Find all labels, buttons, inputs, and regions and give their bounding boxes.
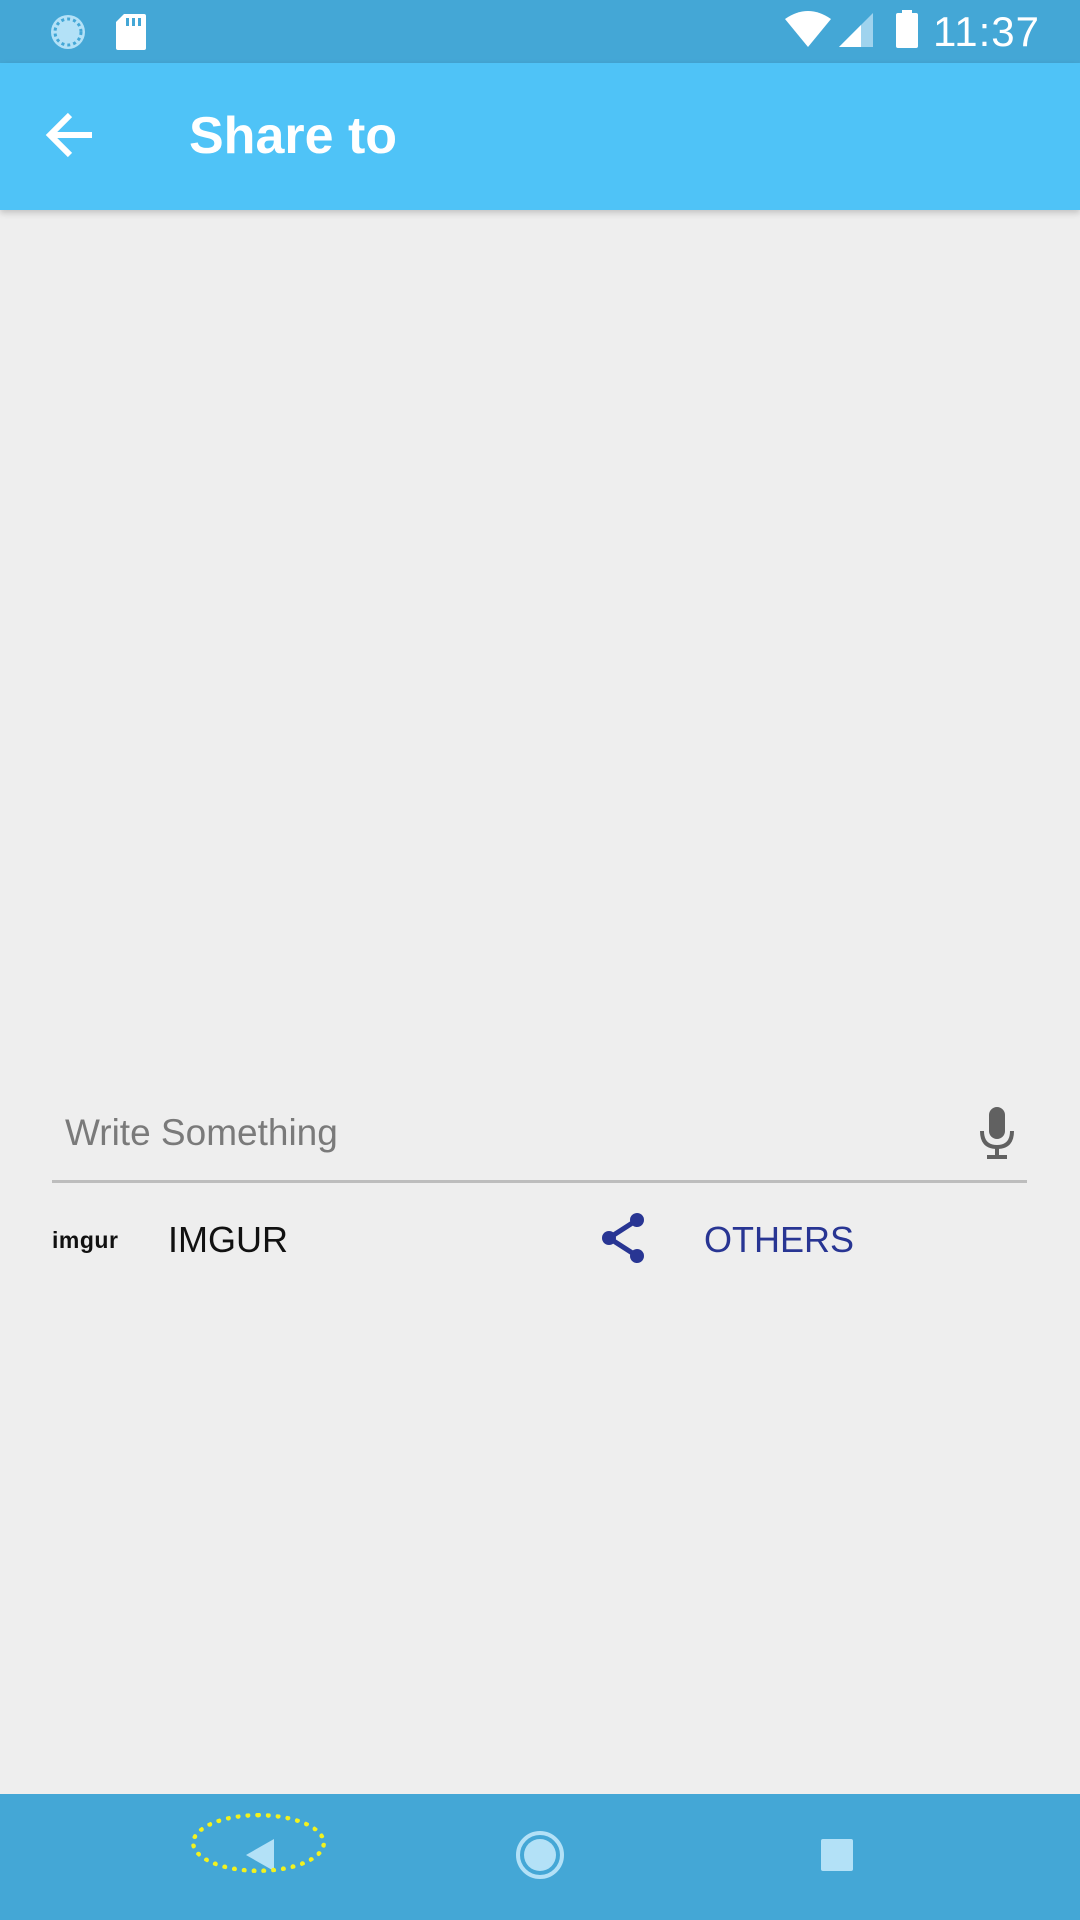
status-time: 11:37 [933, 7, 1040, 55]
share-option-imgur[interactable]: imgur IMGUR [52, 1205, 532, 1275]
recents-square-icon [819, 1837, 855, 1878]
nav-recents-button[interactable] [757, 1794, 917, 1920]
wifi-icon [783, 9, 833, 54]
microphone-icon [977, 1105, 1017, 1166]
write-something-input[interactable] [65, 1085, 925, 1180]
share-option-imgur-label: IMGUR [168, 1219, 288, 1260]
battery-icon [895, 9, 919, 54]
navigation-bar [0, 1794, 1080, 1920]
sync-icon [46, 12, 90, 57]
nav-home-button[interactable] [460, 1794, 620, 1920]
back-button[interactable] [30, 97, 110, 177]
nav-back-button[interactable] [180, 1794, 340, 1920]
cell-signal-icon [837, 9, 875, 54]
write-something-field [52, 1085, 1027, 1183]
status-bar: 11:37 [0, 0, 1080, 63]
page-title: Share to [189, 107, 398, 165]
home-circle-icon [514, 1829, 566, 1886]
back-triangle-icon [240, 1835, 280, 1880]
share-option-others-label: OTHERS [704, 1219, 855, 1260]
screen: 11:37 Share to Write Something imgur IMG… [0, 0, 1080, 1920]
app-bar: Share to [0, 63, 1080, 210]
sd-card-icon [114, 12, 148, 57]
share-icon [597, 1210, 649, 1271]
voice-input-button[interactable] [967, 1100, 1027, 1170]
status-right: 11:37 [783, 0, 1080, 63]
imgur-logo: imgur [52, 1226, 119, 1253]
share-option-others[interactable]: OTHERS [597, 1205, 1027, 1275]
arrow-back-icon [42, 107, 98, 168]
